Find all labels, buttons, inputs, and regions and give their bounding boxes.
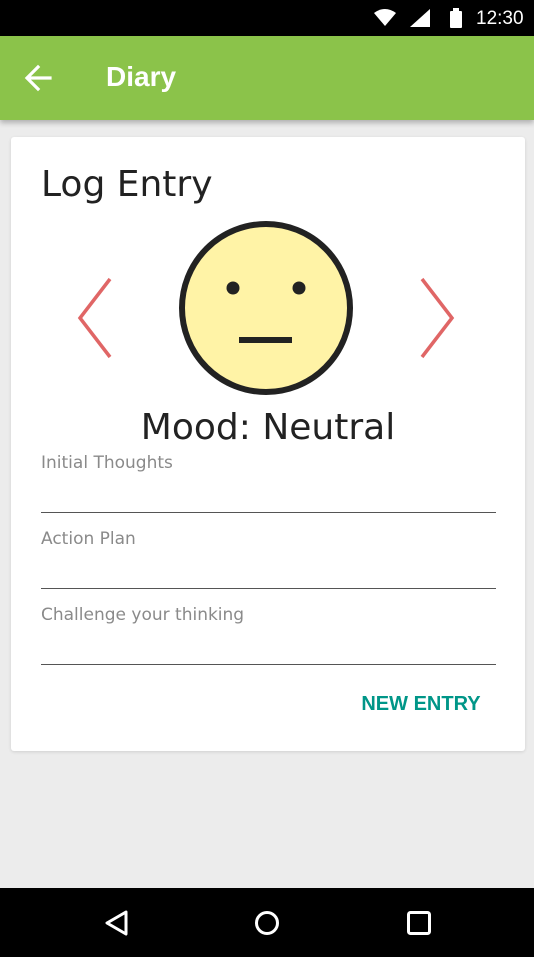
field-underline xyxy=(41,588,496,589)
card-title: Log Entry xyxy=(41,164,213,205)
action-plan-field[interactable]: Action Plan xyxy=(41,529,496,589)
log-entry-card: Log Entry Mood: Neutral Initial Thoughts… xyxy=(11,137,525,751)
challenge-thinking-field[interactable]: Challenge your thinking xyxy=(41,605,496,665)
status-bar: 12:30 xyxy=(0,0,534,36)
field-underline xyxy=(41,664,496,665)
challenge-thinking-placeholder: Challenge your thinking xyxy=(41,605,245,625)
mood-label: Mood: Neutral xyxy=(140,407,396,448)
wifi-icon xyxy=(374,9,396,32)
system-nav-bar xyxy=(0,888,534,957)
app-bar: Diary xyxy=(0,36,534,120)
battery-icon xyxy=(449,8,463,33)
field-underline xyxy=(41,512,496,513)
initial-thoughts-field[interactable]: Initial Thoughts xyxy=(41,453,496,513)
previous-mood-chevron-icon[interactable] xyxy=(77,277,113,364)
neutral-face-icon xyxy=(178,220,354,401)
back-triangle-icon[interactable] xyxy=(104,910,130,941)
next-mood-chevron-icon[interactable] xyxy=(419,277,455,364)
recents-square-icon[interactable] xyxy=(406,910,432,941)
signal-icon xyxy=(410,9,430,32)
action-plan-placeholder: Action Plan xyxy=(41,529,136,549)
new-entry-button[interactable]: NEW ENTRY xyxy=(351,692,491,716)
initial-thoughts-placeholder: Initial Thoughts xyxy=(41,453,173,473)
home-circle-icon[interactable] xyxy=(254,910,280,941)
back-arrow-icon[interactable] xyxy=(22,63,54,98)
status-clock: 12:30 xyxy=(476,8,524,29)
app-title: Diary xyxy=(106,61,177,92)
